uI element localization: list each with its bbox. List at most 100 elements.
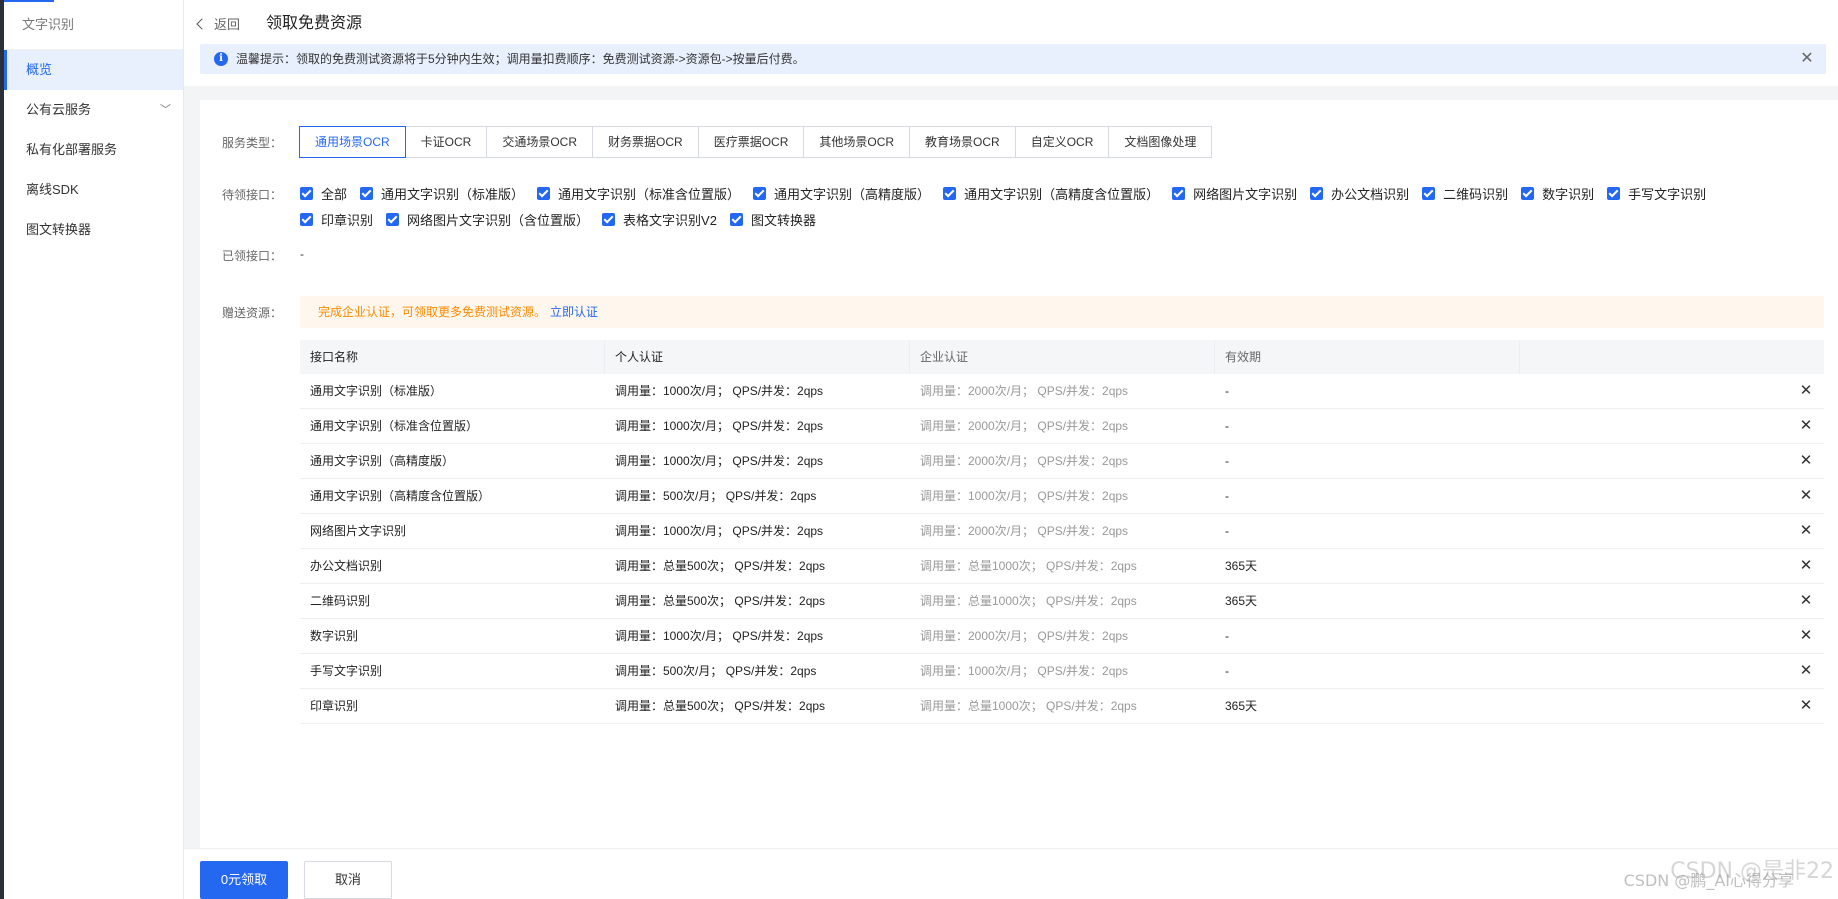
api-checkbox[interactable]: 网络图片文字识别 — [1172, 184, 1297, 203]
api-checkbox[interactable]: 办公文档识别 — [1310, 184, 1409, 203]
sidebar-item[interactable]: 公有云服务 ﹀ — [4, 90, 183, 130]
api-checkbox[interactable]: 二维码识别 — [1422, 184, 1508, 203]
service-tab[interactable]: 教育场景OCR — [909, 126, 1016, 158]
pending-label: 待领接口： — [222, 188, 283, 202]
table-cell-enterprise: 调用量：总量1000次； QPS/并发：2qps — [920, 594, 1137, 608]
checkbox-checked-icon[interactable] — [729, 213, 743, 226]
api-checkbox[interactable]: 网络图片文字识别（含位置版） — [386, 210, 589, 229]
table-row: 手写文字识别 调用量：500次/月； QPS/并发：2qps 调用量：1000次/月… — [300, 654, 1824, 689]
promo-banner: 完成企业认证，可领取更多免费测试资源。 立即认证 — [300, 296, 1824, 328]
table-cell-action: ✕ — [1520, 549, 1824, 583]
close-icon[interactable]: ✕ — [1796, 444, 1816, 478]
sidebar-item-label: 公有云服务 — [26, 102, 92, 117]
table-header: 接口名称 个人认证 企业认证 有效期 — [300, 340, 1824, 374]
api-checkbox[interactable]: 表格文字识别V2 — [602, 210, 717, 229]
table-cell-validity: - — [1225, 524, 1229, 538]
service-tab[interactable]: 文档图像处理 — [1108, 126, 1213, 158]
close-icon[interactable]: ✕ — [1796, 479, 1816, 513]
table-row: 通用文字识别（标准版） 调用量：1000次/月； QPS/并发：2qps 调用量：2… — [300, 374, 1824, 409]
close-icon[interactable]: ✕ — [1796, 689, 1816, 723]
claim-free-button[interactable]: 0元领取 — [200, 861, 288, 899]
checkbox-checked-icon[interactable] — [1172, 187, 1186, 200]
checkbox-checked-icon[interactable] — [943, 187, 957, 200]
checkbox-checked-icon[interactable] — [300, 213, 313, 226]
sidebar-item[interactable]: 私有化部署服务 — [4, 130, 183, 170]
table-cell-personal: 调用量：总量500次； QPS/并发：2qps — [615, 594, 826, 608]
checkbox-checked-icon[interactable] — [1607, 187, 1621, 200]
table-cell-enterprise: 调用量：1000次/月； QPS/并发：2qps — [920, 664, 1129, 678]
verify-now-link[interactable]: 立即认证 — [550, 305, 598, 319]
claimed-label: 已领接口： — [222, 249, 283, 263]
service-tab[interactable]: 其他场景OCR — [803, 126, 911, 158]
api-checkbox[interactable]: 全部 — [300, 184, 347, 203]
api-checkbox[interactable]: 数字识别 — [1521, 184, 1594, 203]
table-cell-personal: 调用量：500次/月； QPS/并发：2qps — [615, 489, 817, 503]
api-checkbox[interactable]: 通用文字识别（高精度版） — [753, 184, 930, 203]
header: 返回 领取免费资源 i 温馨提示：领取的免费测试资源将于5分钟内生效；调用量扣费… — [184, 0, 1838, 86]
service-tab[interactable]: 医疗票据OCR — [697, 126, 805, 158]
table-cell-validity: - — [1225, 384, 1229, 398]
table-cell-enterprise: 调用量：2000次/月； QPS/并发：2qps — [920, 384, 1129, 398]
table-cell-validity: 365天 — [1225, 559, 1258, 573]
sidebar-item[interactable]: 离线SDK — [4, 170, 183, 210]
page-title: 领取免费资源 — [266, 15, 363, 32]
close-icon[interactable]: ✕ — [1796, 549, 1816, 583]
close-icon[interactable]: ✕ — [1796, 374, 1816, 408]
close-icon[interactable]: ✕ — [1796, 654, 1816, 688]
api-checkbox[interactable]: 手写文字识别 — [1607, 184, 1706, 203]
checkbox-label: 印章识别 — [321, 213, 374, 228]
checkbox-checked-icon[interactable] — [386, 213, 400, 226]
checkbox-checked-icon[interactable] — [1310, 187, 1324, 200]
checkbox-label: 全部 — [321, 187, 348, 202]
app-root: 文字识别 概览 公有云服务 ﹀ 私有化部署服务 离线SDK 图文转换器 返回 领取免费资源… — [0, 0, 1838, 899]
service-tab[interactable]: 自定义OCR — [1014, 126, 1110, 158]
table-cell-name: 二维码识别 — [310, 594, 371, 608]
service-tab[interactable]: 财务票据OCR — [592, 126, 699, 158]
service-tab[interactable]: 交通场景OCR — [486, 126, 594, 158]
table-cell-personal: 调用量：500次/月； QPS/并发：2qps — [615, 664, 817, 678]
checkbox-label: 手写文字识别 — [1628, 187, 1707, 202]
sidebar-item-label: 离线SDK — [26, 182, 79, 197]
sidebar-item-label: 概览 — [26, 62, 53, 77]
service-tab[interactable]: 卡证OCR — [404, 126, 488, 158]
api-checkbox[interactable]: 通用文字识别（高精度含位置版） — [943, 184, 1159, 203]
table-cell-action: ✕ — [1520, 444, 1824, 478]
api-checkbox[interactable]: 印章识别 — [300, 210, 373, 229]
checkbox-label: 通用文字识别（高精度含位置版） — [964, 187, 1160, 202]
table-header-cell: 接口名称 — [300, 340, 605, 374]
back-button[interactable]: 返回 — [196, 14, 240, 36]
close-icon[interactable]: ✕ — [1796, 584, 1816, 618]
api-checkbox[interactable]: 图文转换器 — [729, 210, 816, 229]
close-icon[interactable]: ✕ — [1796, 514, 1816, 548]
table-cell-validity: - — [1225, 629, 1229, 643]
checkbox-label: 图文转换器 — [750, 213, 816, 228]
table-header-cell-empty — [1520, 340, 1824, 374]
service-tab[interactable]: 通用场景OCR — [299, 126, 406, 158]
checkbox-checked-icon[interactable] — [1422, 187, 1436, 200]
close-icon[interactable]: ✕ — [1796, 619, 1816, 653]
table-cell-action: ✕ — [1520, 514, 1824, 548]
table-cell-name: 通用文字识别（标准版） — [310, 384, 443, 398]
sidebar-item[interactable]: 图文转换器 — [4, 210, 183, 250]
chevron-down-icon: ﹀ — [160, 104, 171, 116]
table-cell-enterprise: 调用量：2000次/月； QPS/并发：2qps — [920, 629, 1129, 643]
close-icon[interactable]: ✕ — [1796, 44, 1818, 74]
table-cell-action: ✕ — [1520, 654, 1824, 688]
table-cell-personal: 调用量：总量500次； QPS/并发：2qps — [615, 559, 826, 573]
table-row: 通用文字识别（高精度版） 调用量：1000次/月； QPS/并发：2qps 调用量：… — [300, 444, 1824, 479]
checkbox-checked-icon[interactable] — [602, 213, 616, 226]
sidebar-item[interactable]: 概览 — [4, 50, 183, 90]
cancel-button[interactable]: 取消 — [304, 861, 392, 899]
table-cell-personal: 调用量：总量500次； QPS/并发：2qps — [615, 699, 826, 713]
close-icon[interactable]: ✕ — [1796, 409, 1816, 443]
checkbox-checked-icon[interactable] — [360, 187, 374, 200]
api-checkbox[interactable]: 通用文字识别（标准含位置版） — [537, 184, 740, 203]
checkbox-checked-icon[interactable] — [1521, 187, 1535, 200]
api-checkbox[interactable]: 通用文字识别（标准版） — [360, 184, 524, 203]
table-cell-enterprise: 调用量：1000次/月； QPS/并发：2qps — [920, 489, 1129, 503]
checkbox-checked-icon[interactable] — [300, 187, 313, 200]
checkbox-checked-icon[interactable] — [537, 187, 551, 200]
checkbox-checked-icon[interactable] — [753, 187, 767, 200]
table-cell-enterprise: 调用量：2000次/月； QPS/并发：2qps — [920, 454, 1129, 468]
form-panel: 服务类型： 通用场景OCR 卡证OCR 交通场景OCR 财务票据OCR 医疗票据OCR 其… — [200, 100, 1838, 848]
